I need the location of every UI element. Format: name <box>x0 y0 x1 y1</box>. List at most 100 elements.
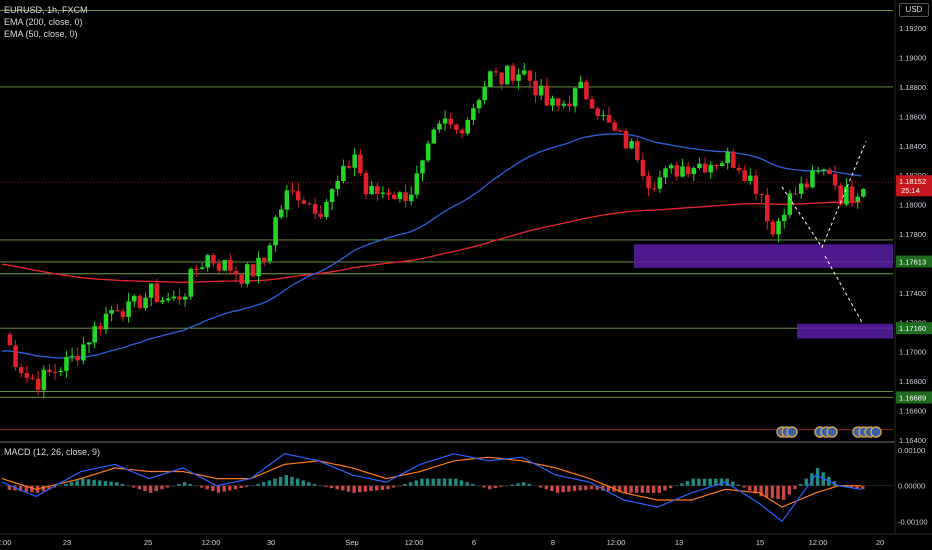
candle-body <box>188 268 194 297</box>
macd-tick-label: 0.00100 <box>898 446 925 455</box>
macd-histogram-bar <box>324 485 328 487</box>
macd-histogram-bar <box>194 485 198 487</box>
candle-body <box>47 369 52 372</box>
macd-histogram-bar <box>312 483 317 486</box>
candle-body <box>437 123 442 130</box>
macd-histogram-bar <box>561 485 565 493</box>
macd-histogram-bar <box>459 480 464 486</box>
event-marker-icon[interactable] <box>826 426 838 438</box>
event-marker-icon[interactable] <box>870 426 882 438</box>
candle-body <box>606 115 612 123</box>
macd-histogram-bar <box>748 485 752 491</box>
candle-body <box>640 159 646 176</box>
candle-body <box>131 295 137 302</box>
macd-histogram-bar <box>245 485 249 487</box>
supply-demand-zone[interactable] <box>797 323 893 339</box>
macd-histogram-bar <box>154 485 158 492</box>
candle-body <box>454 124 459 130</box>
level-label: 1.17613 <box>899 258 926 267</box>
macd-histogram-bar <box>668 485 673 489</box>
price-tick-label: 1.17800 <box>899 230 926 239</box>
candle-body <box>691 167 697 175</box>
candle-body <box>759 194 764 196</box>
candle-body <box>584 81 589 100</box>
candle-body <box>86 342 92 345</box>
time-tick-label: 12:00 <box>0 538 11 547</box>
candle-body <box>697 163 702 168</box>
macd-histogram-bar <box>437 478 441 486</box>
macd-histogram-bar <box>318 485 322 487</box>
macd-histogram-bar <box>143 485 147 492</box>
candle-body <box>329 189 335 203</box>
macd-histogram-bar <box>442 478 447 486</box>
current-price-label: 1.18152 <box>899 177 926 186</box>
candle-body <box>346 165 352 168</box>
macd-histogram-bar <box>431 478 435 486</box>
price-tick-label: 1.16600 <box>899 407 926 416</box>
macd-histogram-bar <box>465 482 469 486</box>
time-tick-label: 25 <box>144 538 152 547</box>
candle-body <box>301 200 307 204</box>
candle-body <box>595 108 600 117</box>
macd-histogram-bar <box>120 483 125 486</box>
candle-body <box>719 163 725 167</box>
macd-histogram-bar <box>567 485 571 492</box>
supply-demand-zone[interactable] <box>634 244 893 268</box>
time-tick-label: 12:00 <box>202 538 221 547</box>
macd-histogram-bar <box>256 483 260 486</box>
macd-histogram-bar <box>793 485 797 490</box>
candle-body <box>194 268 199 270</box>
candle-body <box>408 194 414 202</box>
candle-body <box>731 151 736 168</box>
macd-histogram-bar <box>295 478 300 486</box>
macd-histogram-bar <box>555 485 560 493</box>
candle-body <box>284 190 290 210</box>
macd-histogram-bar <box>663 485 667 491</box>
candle-body <box>278 209 284 218</box>
candle-body <box>414 173 420 195</box>
macd-histogram-bar <box>233 485 238 490</box>
candle-body <box>702 163 708 173</box>
macd-histogram-bar <box>261 482 266 486</box>
currency-button[interactable]: USD <box>899 3 929 17</box>
macd-histogram-bar <box>391 485 396 488</box>
chart-legend: EURUSD, 1h, FXCM EMA (200, close, 0) EMA… <box>4 4 88 40</box>
macd-histogram-bar <box>454 478 458 486</box>
macd-histogram-bar <box>273 478 277 486</box>
candle-body <box>199 267 205 269</box>
macd-tick-label: 0.00000 <box>898 482 925 491</box>
candle-body <box>216 263 222 271</box>
candle-body <box>115 310 120 312</box>
candle-body <box>363 173 369 195</box>
macd-histogram-bar <box>488 485 492 490</box>
price-chart[interactable]: 1.192001.190001.188001.186001.184001.182… <box>0 0 932 550</box>
candle-body <box>781 214 787 222</box>
candle-body <box>177 296 182 300</box>
candle-body <box>567 103 572 107</box>
macd-histogram-bar <box>408 482 413 486</box>
macd-histogram-bar <box>363 485 368 492</box>
macd-histogram-bar <box>685 480 690 486</box>
macd-histogram-bar <box>109 481 113 486</box>
candle-body <box>425 143 431 161</box>
macd-histogram-bar <box>804 478 808 486</box>
macd-legend: MACD (12, 26, close, 9) <box>4 447 101 457</box>
candle-body <box>629 141 634 149</box>
candle-body <box>459 129 465 134</box>
candle-body <box>804 183 810 188</box>
candle-body <box>544 85 550 106</box>
candle-body <box>832 174 838 186</box>
candle-body <box>589 99 595 109</box>
macd-histogram-bar <box>651 485 656 493</box>
macd-histogram-bar <box>358 485 362 493</box>
ema50-legend: EMA (50, close, 0) <box>4 29 78 39</box>
candle-body <box>561 103 567 106</box>
candle-body <box>386 192 391 195</box>
macd-histogram-bar <box>290 476 294 486</box>
macd-histogram-bar <box>211 485 215 492</box>
macd-histogram-bar <box>329 485 334 489</box>
macd-histogram-bar <box>165 485 170 488</box>
candle-body <box>618 130 623 132</box>
event-marker-icon[interactable] <box>786 426 798 438</box>
macd-histogram-bar <box>414 480 418 486</box>
